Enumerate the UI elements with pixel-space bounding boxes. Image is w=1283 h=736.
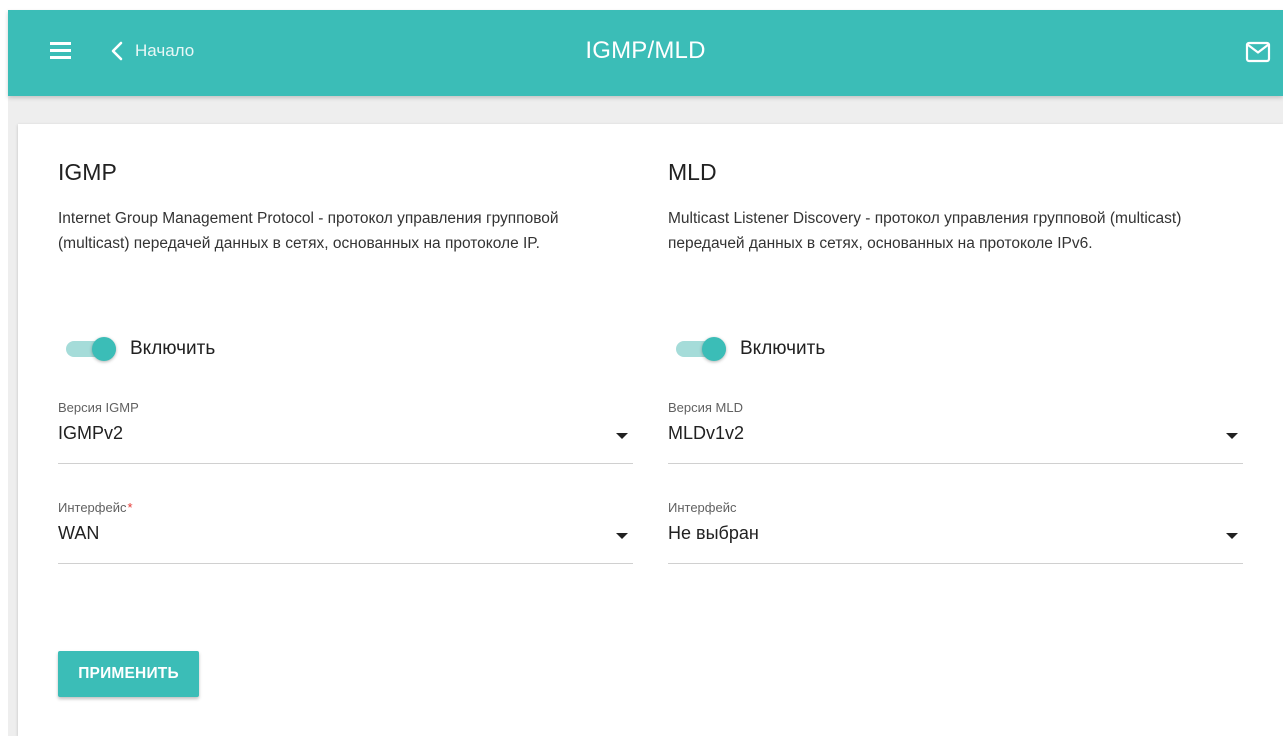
igmp-title: IGMP [58, 159, 117, 185]
mld-version-select[interactable]: Версия MLD MLDv1v2 [668, 400, 1243, 466]
mld-interface-select[interactable]: Интерфейс Не выбран [668, 500, 1243, 566]
igmp-version-value: IGMPv2 [58, 423, 124, 443]
toggle-thumb [702, 337, 726, 361]
mail-envelope-icon[interactable] [1245, 40, 1271, 64]
required-mark: * [127, 500, 133, 515]
igmp-enable-row: Включить [62, 333, 215, 365]
dropdown-arrow-icon [616, 533, 628, 539]
mld-description: Multicast Listener Discovery - протокол … [668, 210, 1182, 252]
page-title: IGMP/MLD [585, 37, 706, 64]
field-underline [668, 563, 1243, 564]
igmp-version-label: Версия IGMP [58, 400, 139, 415]
settings-card: IGMP Internet Group Management Protocol … [18, 124, 1283, 736]
mld-version-label: Версия MLD [668, 400, 743, 415]
igmp-enable-toggle[interactable] [62, 333, 120, 365]
dropdown-arrow-icon [1226, 533, 1238, 539]
mld-interface-value: Не выбран [668, 523, 759, 543]
dropdown-arrow-icon [616, 433, 628, 439]
toggle-thumb [92, 337, 116, 361]
app-header: Начало IGMP/MLD [8, 10, 1283, 96]
mld-title: MLD [668, 159, 717, 185]
field-underline [58, 463, 633, 464]
igmp-interface-select[interactable]: Интерфейс* WAN [58, 500, 633, 566]
mld-version-value: MLDv1v2 [668, 423, 745, 443]
igmp-interface-label: Интерфейс* [58, 500, 133, 515]
page: Начало IGMP/MLD IGMP Internet Group Mana… [0, 0, 1283, 736]
igmp-enable-label: Включить [130, 338, 216, 359]
mld-enable-label: Включить [740, 338, 826, 359]
mld-enable-row: Включить [672, 333, 825, 365]
igmp-version-select[interactable]: Версия IGMP IGMPv2 [58, 400, 633, 466]
field-underline [668, 463, 1243, 464]
igmp-description: Internet Group Management Protocol - про… [58, 210, 559, 252]
dropdown-arrow-icon [1226, 433, 1238, 439]
field-underline [58, 563, 633, 564]
mld-enable-toggle[interactable] [672, 333, 730, 365]
apply-button[interactable]: ПРИМЕНИТЬ [58, 651, 199, 697]
igmp-interface-value: WAN [58, 523, 100, 543]
mld-interface-label: Интерфейс [668, 500, 737, 515]
